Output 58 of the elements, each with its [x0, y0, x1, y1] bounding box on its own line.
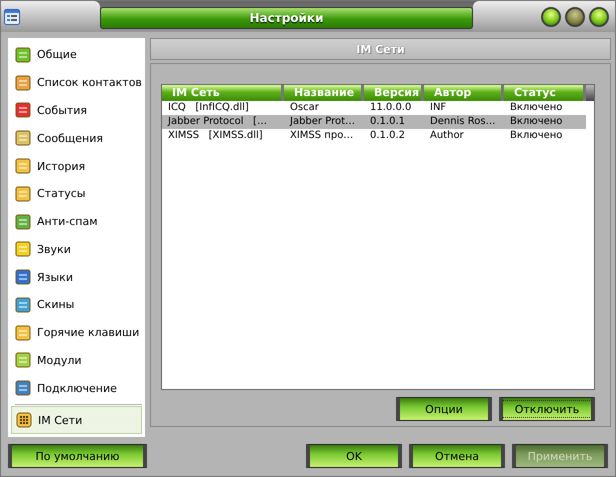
sidebar-item[interactable]: Сообщения — [11, 124, 142, 152]
table-cell-text: Jabber Protocol [… — [166, 115, 268, 129]
sidebar-item[interactable]: События — [11, 96, 142, 124]
sidebar-item[interactable]: Языки — [11, 263, 142, 292]
sidebar-item[interactable]: Горячие клавиши — [11, 318, 142, 347]
action-button[interactable]: Отключить — [499, 397, 595, 421]
category-icon — [15, 130, 31, 146]
sidebar-item[interactable]: Общие — [11, 41, 142, 69]
sidebar-item[interactable]: Список контактов — [11, 68, 142, 97]
table-row[interactable]: ICQ [InfICQ.dll] Oscar 11.0.0.0 INF Включено — [162, 101, 586, 115]
dialog-button[interactable]: Отмена — [409, 444, 505, 468]
category-icon — [15, 269, 31, 286]
table-cell-text: Author — [429, 129, 465, 143]
category-icon — [15, 352, 31, 368]
category-icon — [15, 158, 31, 174]
table-cell-text: Включено — [509, 129, 564, 143]
panel-header: IM Сети — [150, 38, 611, 60]
maximize-button[interactable] — [565, 6, 585, 26]
table-cell-text: 0.1.0.1 — [369, 115, 406, 129]
action-button[interactable]: Опции — [396, 397, 492, 421]
category-icon — [15, 324, 31, 341]
table-cell-text: Oscar — [289, 101, 320, 115]
category-icon — [15, 102, 31, 118]
sidebar-item[interactable]: Подключение — [11, 374, 142, 402]
sidebar-item[interactable]: IM Сети — [11, 406, 142, 434]
category-icon — [15, 74, 31, 91]
sidebar-item[interactable]: История — [11, 152, 142, 180]
header-filler — [586, 85, 594, 101]
table-cell-text: XIMSS про… — [289, 129, 354, 143]
sidebar-item[interactable]: Звуки — [11, 235, 142, 264]
sidebar-item[interactable]: Статусы — [11, 180, 142, 208]
table-cell-text: ICQ [InfICQ.dll] — [167, 101, 250, 115]
list-icon — [4, 9, 20, 25]
table-cell-text: INF — [429, 101, 448, 115]
grid-icon — [16, 412, 32, 428]
minimize-button[interactable] — [541, 6, 561, 26]
table-cell-text: Включено — [509, 101, 564, 115]
defaults-button[interactable]: По умолчанию — [8, 444, 147, 468]
sidebar-item[interactable]: Скины — [11, 291, 142, 319]
category-icon — [15, 380, 31, 396]
category-icon — [15, 214, 31, 230]
dialog-button[interactable]: OK — [306, 444, 402, 468]
sidebar-item[interactable]: Анти-спам — [11, 208, 142, 236]
table-row[interactable]: Jabber Protocol [… Jabber Prot… 0.1.0.1 Dennis Ros… Включено — [162, 115, 586, 129]
sidebar-item[interactable]: Модули — [11, 346, 142, 374]
table-cell-text: XIMSS [XIMSS.dll] — [167, 129, 264, 143]
table-cell-text: 0.1.0.2 — [369, 129, 406, 143]
table-cell-text: Jabber Prot… — [288, 115, 356, 129]
close-button[interactable] — [589, 6, 609, 26]
table-cell-text: Dennis Ros… — [429, 115, 497, 129]
category-icon — [15, 241, 31, 258]
table-cell-text: Включено — [509, 115, 564, 129]
window-title: Настройки — [100, 7, 473, 29]
category-icon — [15, 186, 31, 202]
table-row[interactable]: XIMSS [XIMSS.dll] XIMSS про… 0.1.0.2 Author Включено — [162, 129, 586, 143]
category-icon — [15, 296, 31, 313]
category-icon — [15, 46, 31, 63]
table-cell-text: 11.0.0.0 — [369, 101, 412, 115]
